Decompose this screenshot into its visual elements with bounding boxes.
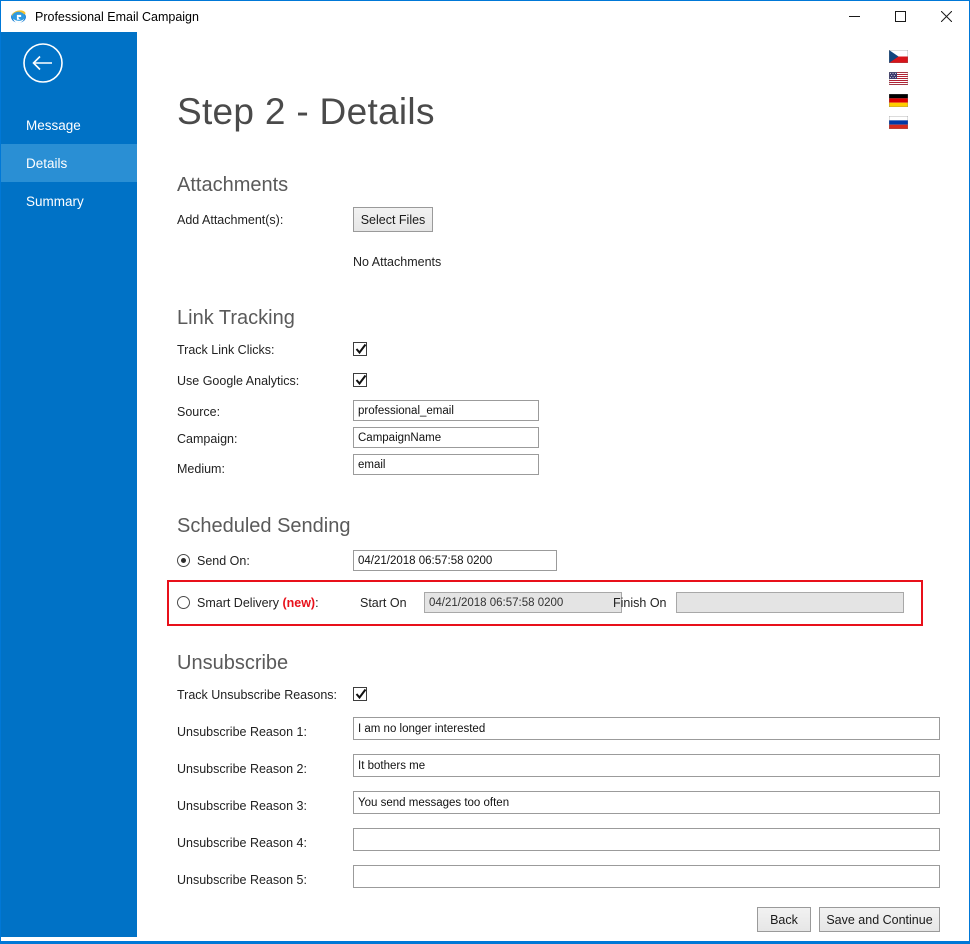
- label-unsubscribe-reason-2: Unsubscribe Reason 2:: [177, 762, 307, 776]
- smart-delivery-colon: :: [315, 596, 319, 610]
- checkbox-track-link-clicks[interactable]: [353, 342, 367, 356]
- unsubscribe-reason-1-input[interactable]: [353, 717, 940, 740]
- label-add-attachments: Add Attachment(s):: [177, 213, 284, 227]
- label-track-link-clicks: Track Link Clicks:: [177, 343, 275, 357]
- send-on-input[interactable]: [353, 550, 557, 571]
- checkbox-track-unsubscribe-reasons[interactable]: [353, 687, 367, 701]
- sidebar-item-message[interactable]: Message: [1, 106, 137, 144]
- back-button[interactable]: [21, 41, 65, 85]
- sidebar-item-label: Message: [26, 117, 81, 133]
- label-send-on: Send On:: [197, 554, 250, 568]
- finish-on-input[interactable]: [676, 592, 904, 613]
- czech-flag[interactable]: [889, 50, 908, 63]
- check-icon: [355, 688, 367, 700]
- section-title-link-tracking: Link Tracking: [177, 307, 295, 329]
- label-unsubscribe-reason-4: Unsubscribe Reason 4:: [177, 836, 307, 850]
- sidebar-item-label: Details: [26, 155, 68, 171]
- section-title-unsubscribe: Unsubscribe: [177, 652, 289, 674]
- language-switcher: [889, 50, 939, 129]
- start-on-input[interactable]: [424, 592, 622, 613]
- radio-smart-delivery[interactable]: [177, 596, 190, 609]
- section-title-scheduled-sending: Scheduled Sending: [177, 515, 351, 537]
- save-and-continue-button[interactable]: Save and Continue: [819, 907, 940, 932]
- label-unsubscribe-reason-1: Unsubscribe Reason 1:: [177, 725, 307, 739]
- title-bar: Professional Email Campaign: [1, 1, 969, 32]
- section-title-attachments: Attachments: [177, 174, 289, 196]
- russia-flag[interactable]: [889, 116, 908, 129]
- label-track-unsubscribe-reasons: Track Unsubscribe Reasons:: [177, 688, 338, 702]
- source-input[interactable]: [353, 400, 539, 421]
- label-smart-delivery: Smart Delivery (new):: [197, 596, 319, 610]
- radio-send-on[interactable]: [177, 554, 190, 567]
- medium-input[interactable]: [353, 454, 539, 475]
- sidebar-item-summary[interactable]: Summary: [1, 182, 137, 220]
- unsubscribe-reason-4-input[interactable]: [353, 828, 940, 851]
- check-icon: [355, 374, 367, 386]
- back-arrow-icon: [23, 43, 63, 83]
- germany-flag[interactable]: [889, 94, 908, 107]
- label-start-on: Start On: [360, 596, 407, 610]
- check-icon: [355, 343, 367, 355]
- select-files-button[interactable]: Select Files: [353, 207, 433, 232]
- unsubscribe-reason-5-input[interactable]: [353, 865, 940, 888]
- usa-flag[interactable]: [889, 72, 908, 85]
- checkbox-use-google-analytics[interactable]: [353, 373, 367, 387]
- new-badge: (new): [282, 596, 316, 610]
- label-source: Source:: [177, 405, 221, 419]
- sidebar: Message Details Summary: [1, 32, 137, 937]
- sidebar-item-details[interactable]: Details: [1, 144, 137, 182]
- label-unsubscribe-reason-5: Unsubscribe Reason 5:: [177, 873, 307, 887]
- unsubscribe-reason-2-input[interactable]: [353, 754, 940, 777]
- internet-explorer-icon: [11, 10, 26, 23]
- window-controls: [831, 1, 969, 32]
- unsubscribe-reason-3-input[interactable]: [353, 791, 940, 814]
- content-area: Step 2 - Details Attachments Add Attachm…: [137, 32, 969, 941]
- label-medium: Medium:: [177, 462, 225, 476]
- page-title: Step 2 - Details: [177, 91, 435, 132]
- campaign-input[interactable]: [353, 427, 539, 448]
- label-use-google-analytics: Use Google Analytics:: [177, 374, 300, 388]
- label-finish-on: Finish On: [613, 596, 667, 610]
- sidebar-item-label: Summary: [26, 193, 84, 209]
- label-campaign: Campaign:: [177, 432, 238, 446]
- app-window: Professional Email Campaign Message Deta…: [0, 0, 970, 944]
- close-button[interactable]: [923, 1, 969, 32]
- smart-delivery-text: Smart Delivery: [197, 596, 279, 610]
- window-title: Professional Email Campaign: [35, 9, 199, 24]
- maximize-button[interactable]: [877, 1, 923, 32]
- back-button-footer[interactable]: Back: [757, 907, 811, 932]
- minimize-button[interactable]: [831, 1, 877, 32]
- attachments-status: No Attachments: [353, 255, 442, 269]
- label-unsubscribe-reason-3: Unsubscribe Reason 3:: [177, 799, 307, 813]
